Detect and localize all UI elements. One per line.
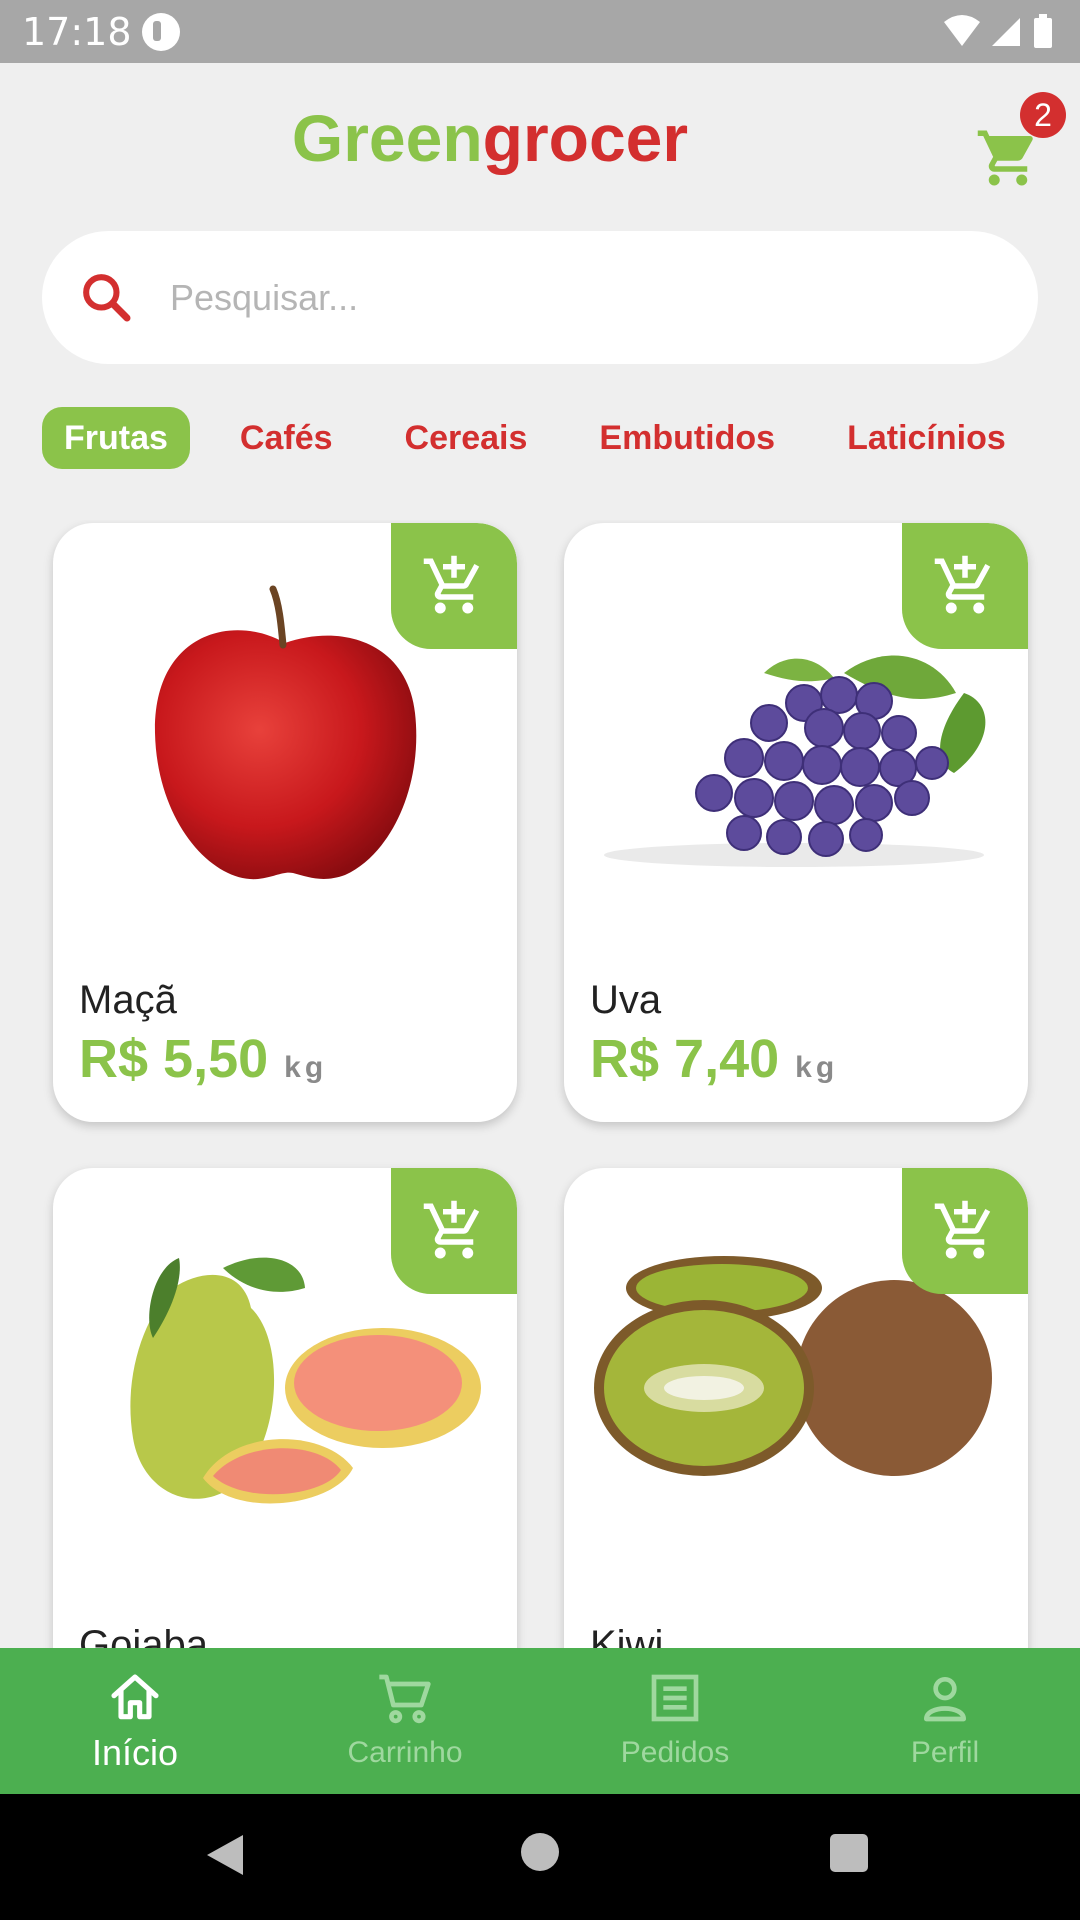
product-price: R$ 5,50 kg bbox=[79, 1029, 328, 1089]
add-to-cart-button[interactable] bbox=[902, 523, 1028, 649]
category-laticinios[interactable]: Laticínios bbox=[825, 407, 1028, 469]
status-icons bbox=[944, 14, 1052, 48]
wifi-icon bbox=[944, 15, 980, 46]
product-card-uva[interactable]: Uva R$ 7,40 kg bbox=[564, 523, 1028, 1122]
system-navigation-bar bbox=[0, 1794, 1080, 1920]
add-cart-icon bbox=[423, 1200, 480, 1259]
product-unit: kg bbox=[795, 1051, 839, 1084]
product-name: Maçã bbox=[79, 978, 177, 1022]
category-embutidos[interactable]: Embutidos bbox=[577, 407, 797, 469]
recents-button[interactable] bbox=[830, 1834, 868, 1872]
cart-icon bbox=[379, 1674, 431, 1724]
search-bar bbox=[42, 231, 1038, 364]
product-name: Kiwi bbox=[590, 1623, 664, 1648]
product-name: Uva bbox=[590, 978, 662, 1022]
back-icon[interactable] bbox=[205, 1833, 245, 1877]
nav-carrinho[interactable]: Carrinho bbox=[270, 1648, 540, 1794]
nav-pedidos[interactable]: Pedidos bbox=[540, 1648, 810, 1794]
category-cereais[interactable]: Cereais bbox=[383, 407, 550, 469]
category-list: Frutas Cafés Cereais Embutidos Laticínios bbox=[42, 407, 1038, 469]
app-title-green: Green bbox=[291, 101, 483, 175]
status-bar: 17:18 bbox=[0, 0, 1080, 63]
battery-icon bbox=[1034, 14, 1052, 48]
nav-label: Pedidos bbox=[620, 1736, 730, 1769]
add-cart-icon bbox=[423, 555, 480, 614]
category-cafes[interactable]: Cafés bbox=[218, 407, 355, 469]
search-input[interactable] bbox=[168, 261, 992, 335]
status-time: 17:18 bbox=[22, 10, 132, 54]
app-title-grocer: grocer bbox=[482, 101, 689, 175]
app-notification-icon bbox=[142, 13, 180, 51]
product-card-kiwi[interactable]: Kiwi bbox=[564, 1168, 1028, 1648]
home-icon bbox=[111, 1674, 159, 1720]
product-card-goiaba[interactable]: Goiaba bbox=[53, 1168, 517, 1648]
product-card-maca[interactable]: Maçã R$ 5,50 kg bbox=[53, 523, 517, 1122]
signal-icon bbox=[992, 18, 1020, 46]
nav-label: Perfil bbox=[910, 1736, 980, 1769]
person-icon bbox=[924, 1677, 966, 1722]
home-button[interactable] bbox=[521, 1833, 559, 1871]
add-to-cart-button[interactable] bbox=[391, 1168, 517, 1294]
nav-label: Carrinho bbox=[347, 1736, 463, 1769]
product-unit: kg bbox=[284, 1051, 328, 1084]
category-frutas[interactable]: Frutas bbox=[42, 407, 190, 469]
product-grid: Maçã R$ 5,50 kg Uva R$ 7,40 kg Goiaba Ki… bbox=[0, 520, 1080, 1648]
add-cart-icon bbox=[934, 555, 991, 614]
app-title: Greengrocer bbox=[0, 100, 980, 176]
bottom-navigation: Início Carrinho Pedidos Perfil bbox=[0, 1648, 1080, 1794]
list-icon bbox=[651, 1674, 699, 1722]
add-cart-icon bbox=[934, 1200, 991, 1259]
nav-perfil[interactable]: Perfil bbox=[810, 1648, 1080, 1794]
add-to-cart-button[interactable] bbox=[391, 523, 517, 649]
add-to-cart-button[interactable] bbox=[902, 1168, 1028, 1294]
product-name: Goiaba bbox=[79, 1623, 208, 1648]
search-icon bbox=[83, 274, 131, 322]
nav-label: Início bbox=[91, 1732, 179, 1773]
product-price: R$ 7,40 kg bbox=[590, 1029, 839, 1089]
nav-inicio[interactable]: Início bbox=[0, 1648, 270, 1794]
cart-count-badge: 2 bbox=[1020, 92, 1066, 138]
